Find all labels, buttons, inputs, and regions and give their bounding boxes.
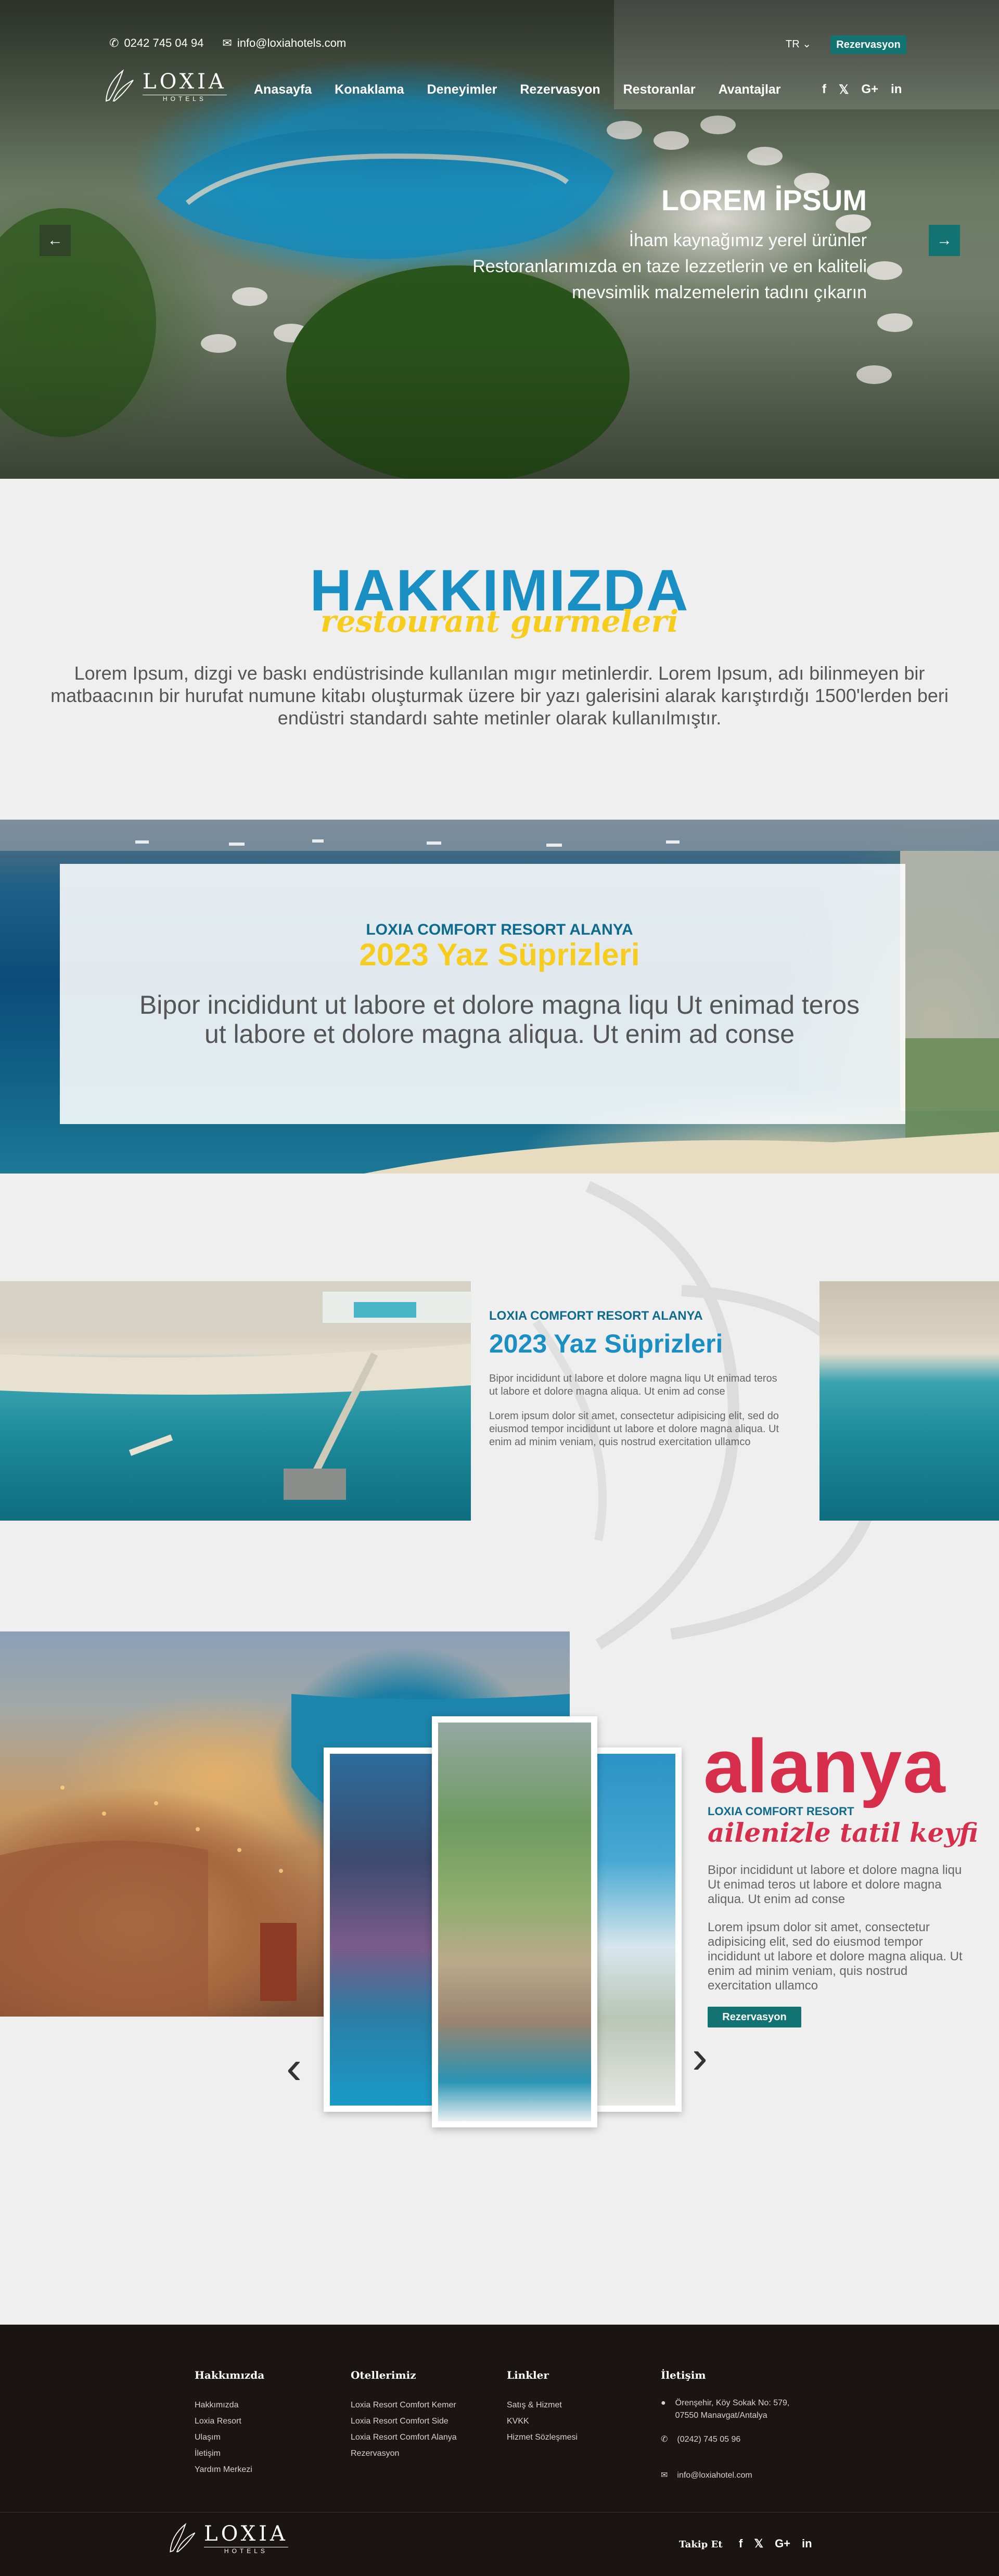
footer-heading: İletişim [661, 2369, 706, 2381]
banner-kicker: LOXIA COMFORT RESORT ALANYA [366, 921, 633, 938]
footer-link[interactable]: Loxia Resort Comfort Kemer [351, 2397, 457, 2413]
nav-restoranlar[interactable]: Restoranlar [623, 82, 696, 97]
phone-contact[interactable]: ✆ 0242 745 04 94 [109, 36, 203, 50]
location-pin-icon: ● [661, 2399, 666, 2407]
footer-logo[interactable]: LOXIA HOTELS [166, 2521, 288, 2555]
language-selector[interactable]: TR ⌄ [786, 37, 811, 50]
footer-heading: Linkler [507, 2369, 549, 2381]
hero-slider: ✆ 0242 745 04 94 ✉ info@loxiahotels.com TR… [0, 0, 999, 479]
footer-col-contact: İletişim ● Örenşehir, Köy Sokak No: 579,… [661, 2369, 827, 2483]
mail-icon: ✉ [661, 2471, 668, 2480]
logo-subtitle: HOTELS [143, 94, 227, 103]
footer-link[interactable]: Hizmet Sözleşmesi [507, 2429, 578, 2445]
footer-heading: Otellerimiz [351, 2369, 416, 2381]
alanya-paragraph: Lorem ipsum dolor sit amet, consectetur … [708, 1920, 963, 1993]
about-script-subtitle: restourant gurmeleri [320, 604, 679, 639]
alanya-reservation-button[interactable]: Rezervasyon [708, 2007, 801, 2027]
footer-link[interactable]: Rezervasyon [351, 2445, 457, 2462]
footer: Hakkımızda Hakkımızda Loxia Resort Ulaşı… [0, 2325, 999, 2576]
arrow-right-icon: → [937, 232, 952, 249]
footer-divider [0, 2512, 999, 2513]
promo-title: 2023 Yaz Süprizleri [489, 1329, 723, 1358]
hero-caption: LOREM İPSUM İham kaynağımız yerel ürünle… [472, 183, 867, 305]
footer-col-hotels: Otellerimiz Loxia Resort Comfort Kemer L… [351, 2369, 457, 2462]
hero-line: Restoranlarımızda en taze lezzetlerin ve… [472, 257, 867, 276]
email-contact[interactable]: ✉ info@loxiahotels.com [222, 36, 346, 50]
facebook-icon[interactable]: f [822, 82, 826, 97]
promo-kicker: LOXIA COMFORT RESORT ALANYA [489, 1309, 703, 1323]
footer-link[interactable]: Loxia Resort Comfort Side [351, 2413, 457, 2429]
phone-icon: ✆ [109, 36, 119, 49]
footer-phone[interactable]: ✆ (0242) 745 05 96 [661, 2431, 827, 2447]
footer-email[interactable]: ✉ info@loxiahotel.com [661, 2467, 827, 2483]
footer-col-links: Linkler Satış & Hizmet KVKK Hizmet Sözle… [507, 2369, 578, 2445]
hero-line: İham kaynağımız yerel ürünler [629, 231, 867, 250]
google-plus-icon[interactable]: G+ [861, 82, 878, 97]
footer-link[interactable]: Loxia Resort Comfort Alanya [351, 2429, 457, 2445]
linkedin-icon[interactable]: in [891, 82, 902, 97]
hero-next-button[interactable]: → [929, 225, 960, 256]
promo-text: LOXIA COMFORT RESORT ALANYA 2023 Yaz Süp… [489, 1309, 780, 1460]
leaf-logo-icon [105, 69, 134, 102]
footer-link[interactable]: Yardım Merkezi [195, 2462, 264, 2478]
gallery-next-button[interactable]: › [692, 2034, 708, 2081]
pier-illustration [0, 1281, 471, 1500]
hero-title: LOREM İPSUM [661, 184, 867, 216]
alanya-text: Bipor incididunt ut labore et dolore mag… [708, 1863, 968, 2027]
banner-title: 2023 Yaz Süprizleri [359, 937, 640, 972]
leaf-logo-icon [170, 2523, 196, 2553]
gallery-prev-button[interactable]: ‹ [286, 2044, 302, 2091]
footer-link[interactable]: İletişim [195, 2445, 264, 2462]
follow-label: Takip Et [679, 2539, 723, 2550]
nav-deneyimler[interactable]: Deneyimler [427, 82, 497, 97]
pier-photo [0, 1281, 471, 1521]
banner-text: Bipor incididunt ut labore et dolore mag… [139, 990, 860, 1019]
gallery-card-aerial[interactable] [432, 1716, 597, 2127]
alanya-script-subtitle: ailenizle tatil keyfi [708, 1817, 978, 1848]
footer-social-links: f 𝕏 G+ in [739, 2537, 812, 2551]
phone-icon: ✆ [661, 2435, 668, 2444]
coast-photo-right [819, 1281, 999, 1521]
chevron-down-icon: ⌄ [802, 39, 811, 50]
logo-wordmark: LOXIA [143, 69, 227, 94]
footer-address: ● Örenşehir, Köy Sokak No: 579, 07550 Man… [661, 2397, 827, 2422]
twitter-icon[interactable]: 𝕏 [839, 82, 849, 97]
mail-icon: ✉ [222, 36, 232, 49]
alanya-paragraph: Bipor incididunt ut labore et dolore mag… [708, 1863, 962, 1906]
nav-anasayfa[interactable]: Anasayfa [254, 82, 312, 97]
banner-text: ut labore et dolore magna aliqua. Ut eni… [204, 1019, 795, 1049]
footer-link[interactable]: Ulaşım [195, 2429, 264, 2445]
twitter-icon[interactable]: 𝕏 [754, 2537, 763, 2551]
linkedin-icon[interactable]: in [802, 2537, 812, 2551]
arrow-left-icon: ← [47, 232, 63, 249]
aerial-photo [438, 1723, 591, 2121]
logo[interactable]: LOXIA HOTELS [102, 68, 227, 104]
nav-rezervasyon[interactable]: Rezervasyon [520, 82, 600, 97]
footer-link[interactable]: KVKK [507, 2413, 578, 2429]
footer-heading: Hakkımızda [195, 2369, 265, 2381]
top-reservation-button[interactable]: Rezervasyon [830, 35, 906, 54]
facebook-icon[interactable]: f [739, 2537, 742, 2551]
promo-paragraph: Lorem ipsum dolor sit amet, consectetur … [489, 1410, 779, 1448]
footer-link[interactable]: Satış & Hizmet [507, 2397, 578, 2413]
logo-wordmark: LOXIA [204, 2521, 288, 2546]
header-social-links: f 𝕏 G+ in [822, 82, 902, 97]
google-plus-icon[interactable]: G+ [775, 2537, 790, 2551]
footer-link[interactable]: Hakkımızda [195, 2397, 264, 2413]
about-text: Lorem Ipsum, dizgi ve baskı endüstrisind… [50, 662, 949, 729]
hero-prev-button[interactable]: ← [40, 225, 71, 256]
main-nav: Anasayfa Konaklama Deneyimler Rezervasyo… [254, 82, 781, 97]
logo-subtitle: HOTELS [204, 2546, 288, 2555]
alanya-title: alanya [703, 1724, 946, 1808]
footer-col-about: Hakkımızda Hakkımızda Loxia Resort Ulaşı… [195, 2369, 264, 2478]
alanya-kicker: LOXIA COMFORT RESORT [708, 1805, 854, 1818]
footer-link[interactable]: Loxia Resort [195, 2413, 264, 2429]
nav-konaklama[interactable]: Konaklama [335, 82, 404, 97]
promo-paragraph: Bipor incididunt ut labore et dolore mag… [489, 1373, 777, 1397]
nav-avantajlar[interactable]: Avantajlar [719, 82, 781, 97]
hero-line: mevsimlik malzemelerin tadını çıkarın [572, 283, 867, 302]
